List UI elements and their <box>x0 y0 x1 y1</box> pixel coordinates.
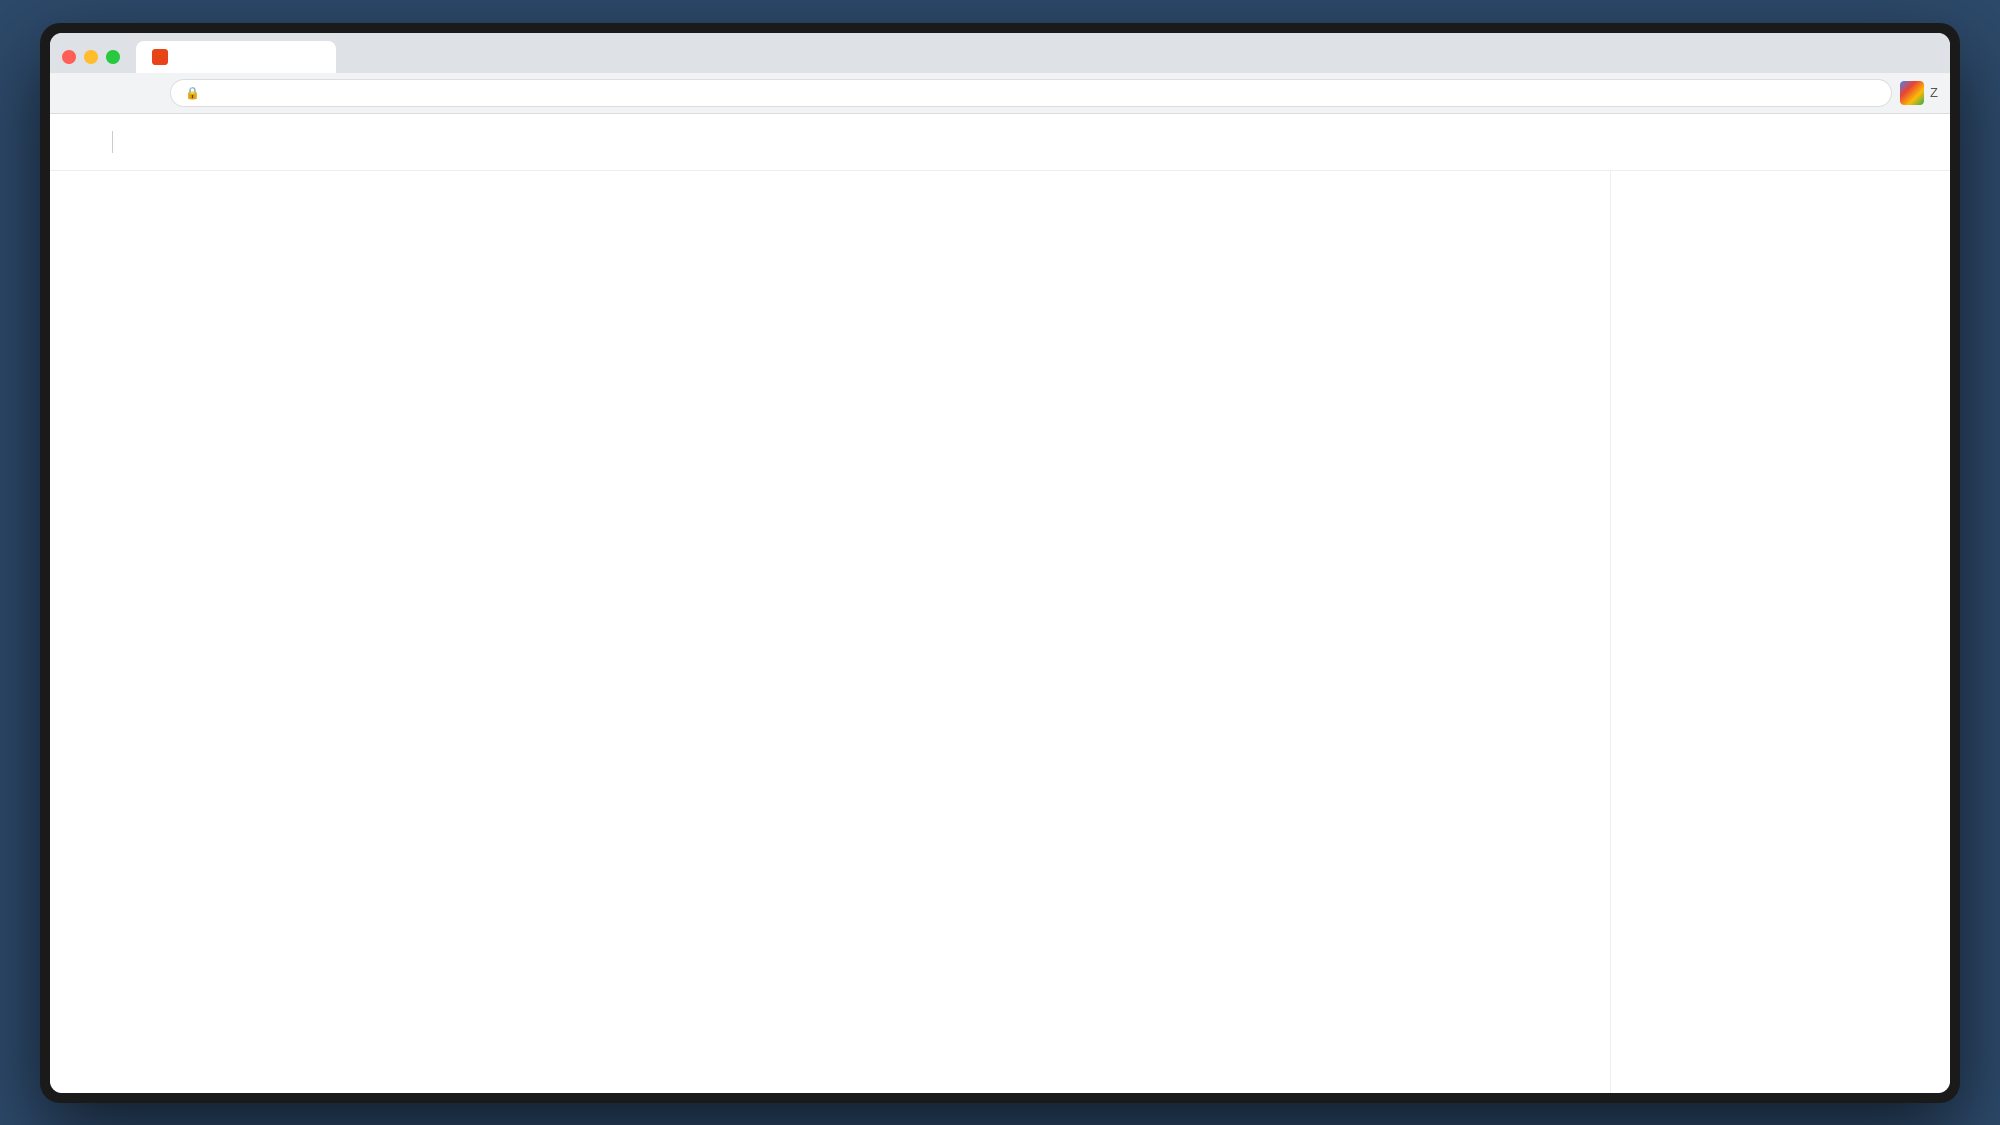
address-bar[interactable]: 🔒 <box>170 79 1892 107</box>
gallery-right-column <box>838 179 1590 879</box>
house-canvas <box>70 179 822 709</box>
window-controls <box>62 50 120 64</box>
lighthouse-canvas <box>70 894 822 1092</box>
page-content <box>50 114 1950 1093</box>
active-tab[interactable] <box>136 41 336 73</box>
gallery-main <box>50 171 1610 1093</box>
close-window-button[interactable] <box>62 50 76 64</box>
new-tab-button[interactable] <box>340 43 368 71</box>
scifi-canvas <box>838 468 1590 878</box>
browser-screen: 🔒 Z <box>50 33 1950 1093</box>
minimize-window-button[interactable] <box>84 50 98 64</box>
gallery-image-scifi[interactable] <box>838 468 1590 878</box>
gallery-image-terrarium[interactable] <box>838 894 1590 1092</box>
page-back-button[interactable] <box>70 128 98 156</box>
gallery-image-house[interactable] <box>70 179 822 879</box>
laptop-frame: 🔒 Z <box>40 23 1960 1103</box>
extensions-label: Z <box>1930 85 1938 100</box>
address-bar-row: 🔒 Z <box>50 73 1950 113</box>
reload-nav-button[interactable] <box>134 79 162 107</box>
tab-close-button[interactable] <box>304 49 320 65</box>
forward-nav-button[interactable] <box>98 79 126 107</box>
tab-favicon <box>152 49 168 65</box>
gallery-sidebar <box>1610 171 1950 1093</box>
page-header <box>50 114 1950 171</box>
maximize-window-button[interactable] <box>106 50 120 64</box>
gallery-image-cyberpunk[interactable] <box>838 179 1590 452</box>
gallery-image-lighthouse[interactable] <box>70 894 822 1092</box>
gallery-container <box>50 171 1950 1093</box>
browser-chrome: 🔒 Z <box>50 33 1950 114</box>
back-nav-button[interactable] <box>62 79 90 107</box>
browser-extras: Z <box>1900 81 1938 105</box>
sidebar-image-container <box>1611 171 1950 1093</box>
profile-icon <box>1900 81 1924 105</box>
terrarium-canvas <box>838 894 1590 1092</box>
gallery-grid <box>70 171 1590 1093</box>
lock-icon: 🔒 <box>185 86 200 100</box>
tab-bar <box>50 33 1950 73</box>
cyberpunk-canvas <box>838 179 1590 452</box>
llama-canvas <box>1611 171 1950 1093</box>
header-divider <box>112 131 113 153</box>
